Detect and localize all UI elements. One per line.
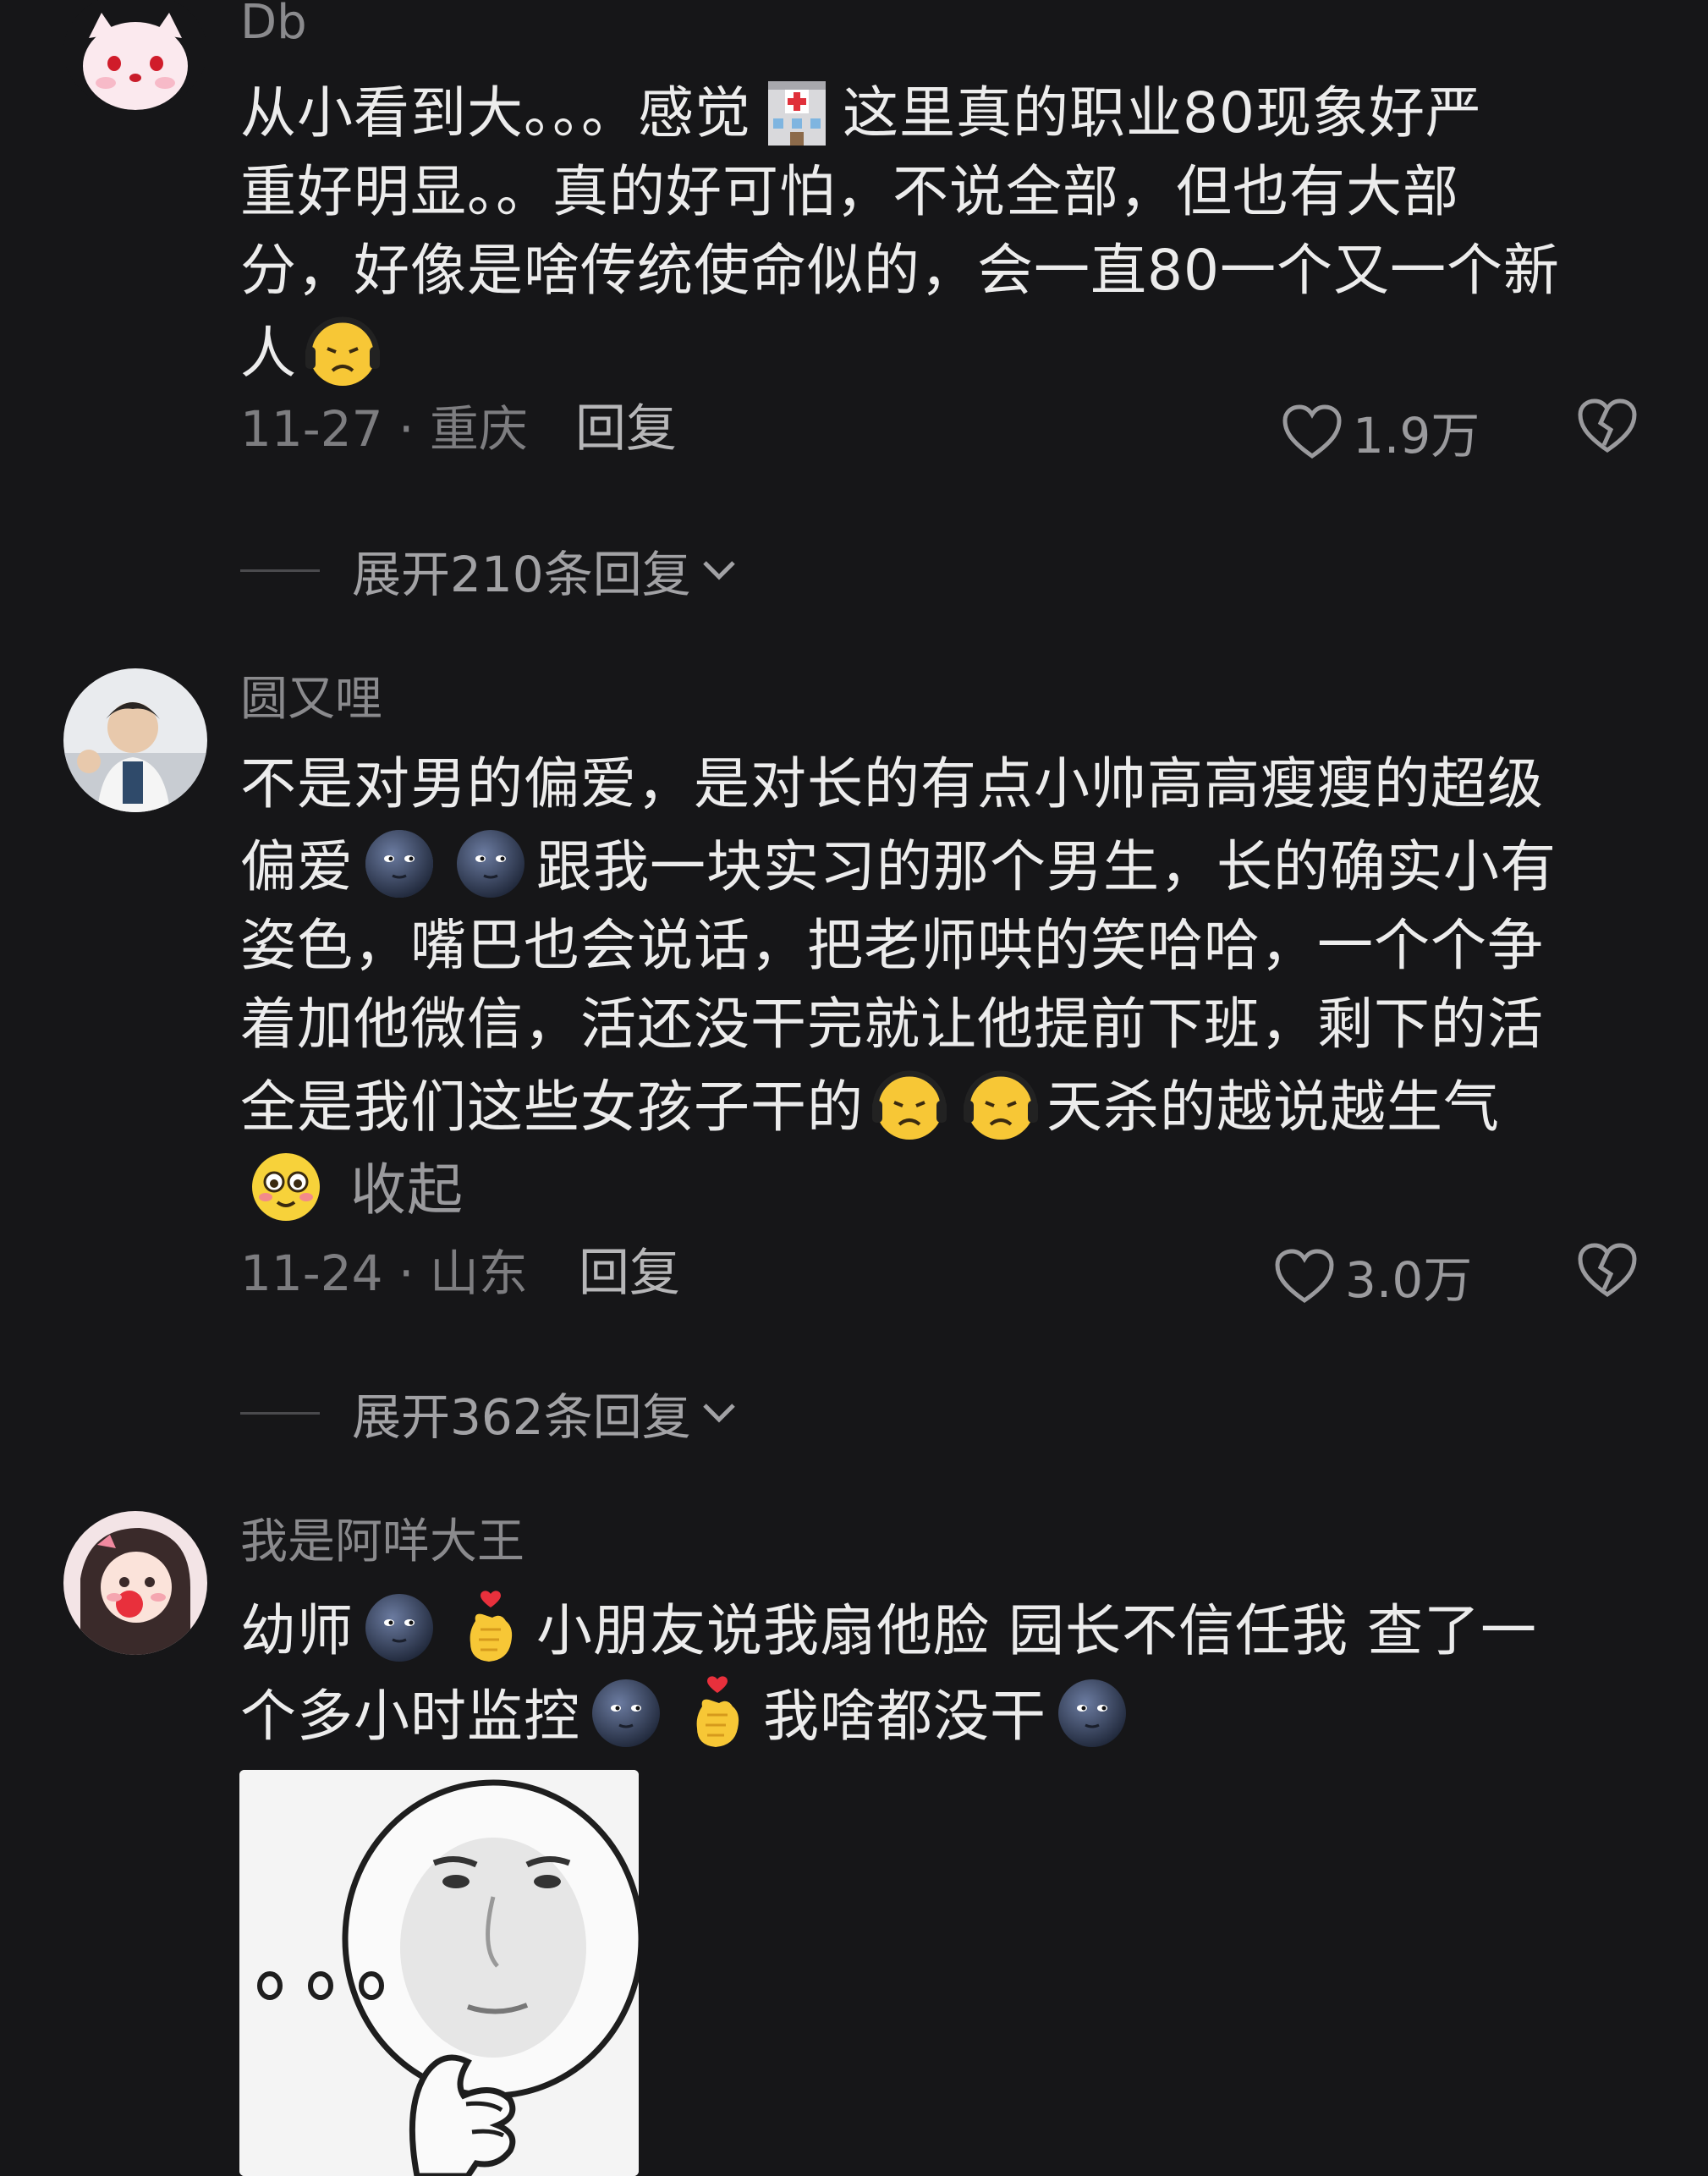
text-line: 全是我们这些女孩子干的 天杀的越说越生气 xyxy=(240,1063,1645,1146)
moon-face-icon xyxy=(359,1587,440,1668)
moon-face-icon xyxy=(1052,1673,1133,1754)
moon-face-icon xyxy=(585,1673,667,1754)
meme-sticker-image[interactable] xyxy=(239,1770,639,2176)
sad-face-icon xyxy=(869,1063,950,1145)
broken-heart-icon xyxy=(1578,398,1637,453)
divider xyxy=(240,1411,320,1415)
avatar-user-2[interactable] xyxy=(63,668,207,812)
comment-username[interactable]: 圆又哩 xyxy=(240,670,382,729)
text-line: 姿色，嘴巴也会说话，把老师哄的笑哈哈，一个个争 xyxy=(240,913,1544,978)
text-line: 人 xyxy=(240,310,1645,393)
heart-hand-icon xyxy=(677,1673,758,1754)
chevron-down-icon xyxy=(702,561,735,580)
heart-hand-icon xyxy=(450,1587,531,1668)
comment-username[interactable]: 我是阿咩大王 xyxy=(240,1513,524,1572)
reply-button[interactable]: 回复 xyxy=(575,399,677,459)
like-button[interactable]: 3.0万 xyxy=(1274,1240,1472,1311)
avatar-db[interactable] xyxy=(63,0,207,110)
text-line: 不是对男的偏爱，是对长的有点小帅高高瘦瘦的超级 xyxy=(240,751,1544,816)
expand-replies-button[interactable]: 展开362条回复 xyxy=(240,1377,740,1448)
text-line: 偏爱 跟我一块实习的那个男生，长的确实小有 xyxy=(240,823,1645,906)
text-line: 个多小时监控 我啥都没干 xyxy=(240,1673,1645,1758)
comment-text: 从小看到大。。。感觉 这里真的职业80现象好严 重好明显。。真的好可怕，不说全部，… xyxy=(240,69,1645,393)
blushing-face-icon xyxy=(245,1146,327,1228)
comment-username[interactable]: Db xyxy=(240,0,307,52)
thinking-face-sticker xyxy=(239,1770,639,2176)
text-line: 着加他微信，活还没干完就让他提前下班，剩下的活 xyxy=(240,992,1544,1057)
profile-illustration xyxy=(63,1511,207,1655)
divider xyxy=(240,569,320,572)
cat-avatar-icon xyxy=(83,13,188,110)
comment-text: 不是对男的偏爱，是对长的有点小帅高高瘦瘦的超级 偏爱 跟我一块实习的那个男生，长的… xyxy=(240,745,1645,1229)
expand-replies-button[interactable]: 展开210条回复 xyxy=(240,535,740,606)
expand-replies-label: 展开362条回复 xyxy=(352,1388,691,1446)
sad-face-icon xyxy=(960,1063,1041,1145)
hospital-icon xyxy=(756,69,838,151)
chevron-down-icon xyxy=(702,1404,735,1423)
comment-date-location: 11-27 · 重庆 xyxy=(240,400,528,458)
profile-photo xyxy=(63,668,207,812)
text-line: 从小看到大。。。感觉 这里真的职业80现象好严 xyxy=(240,69,1645,152)
text-line: 重好明显。。真的好可怕，不说全部，但也有大部 xyxy=(240,159,1459,224)
moon-face-icon xyxy=(450,823,531,904)
moon-face-icon xyxy=(359,823,440,904)
text-line: 收起 xyxy=(240,1146,1645,1229)
comment-date-location: 11-24 · 山东 xyxy=(240,1245,528,1302)
like-count: 3.0万 xyxy=(1345,1251,1473,1309)
heart-outline-icon xyxy=(1275,1249,1334,1304)
avatar-user-3[interactable] xyxy=(63,1511,207,1655)
comment-text: 幼师 小朋友说我扇他脸 园长不信任我 查了一 个多小时监控 我啥都没干 xyxy=(240,1587,1645,1758)
dislike-button[interactable] xyxy=(1577,1242,1638,1301)
text-line: 分，好像是啥传统使命似的，会一直80一个又一个新 xyxy=(240,238,1560,303)
heart-outline-icon xyxy=(1282,404,1342,459)
expand-replies-label: 展开210条回复 xyxy=(352,546,691,603)
dislike-button[interactable] xyxy=(1577,398,1638,457)
collapse-link[interactable]: 收起 xyxy=(350,1157,464,1223)
like-button[interactable]: 1.9万 xyxy=(1282,396,1480,467)
reply-button[interactable]: 回复 xyxy=(579,1244,680,1303)
sad-face-icon xyxy=(302,310,383,391)
text-line: 幼师 小朋友说我扇他脸 园长不信任我 查了一 xyxy=(240,1587,1645,1673)
like-count: 1.9万 xyxy=(1353,407,1480,464)
broken-heart-icon xyxy=(1578,1243,1637,1298)
